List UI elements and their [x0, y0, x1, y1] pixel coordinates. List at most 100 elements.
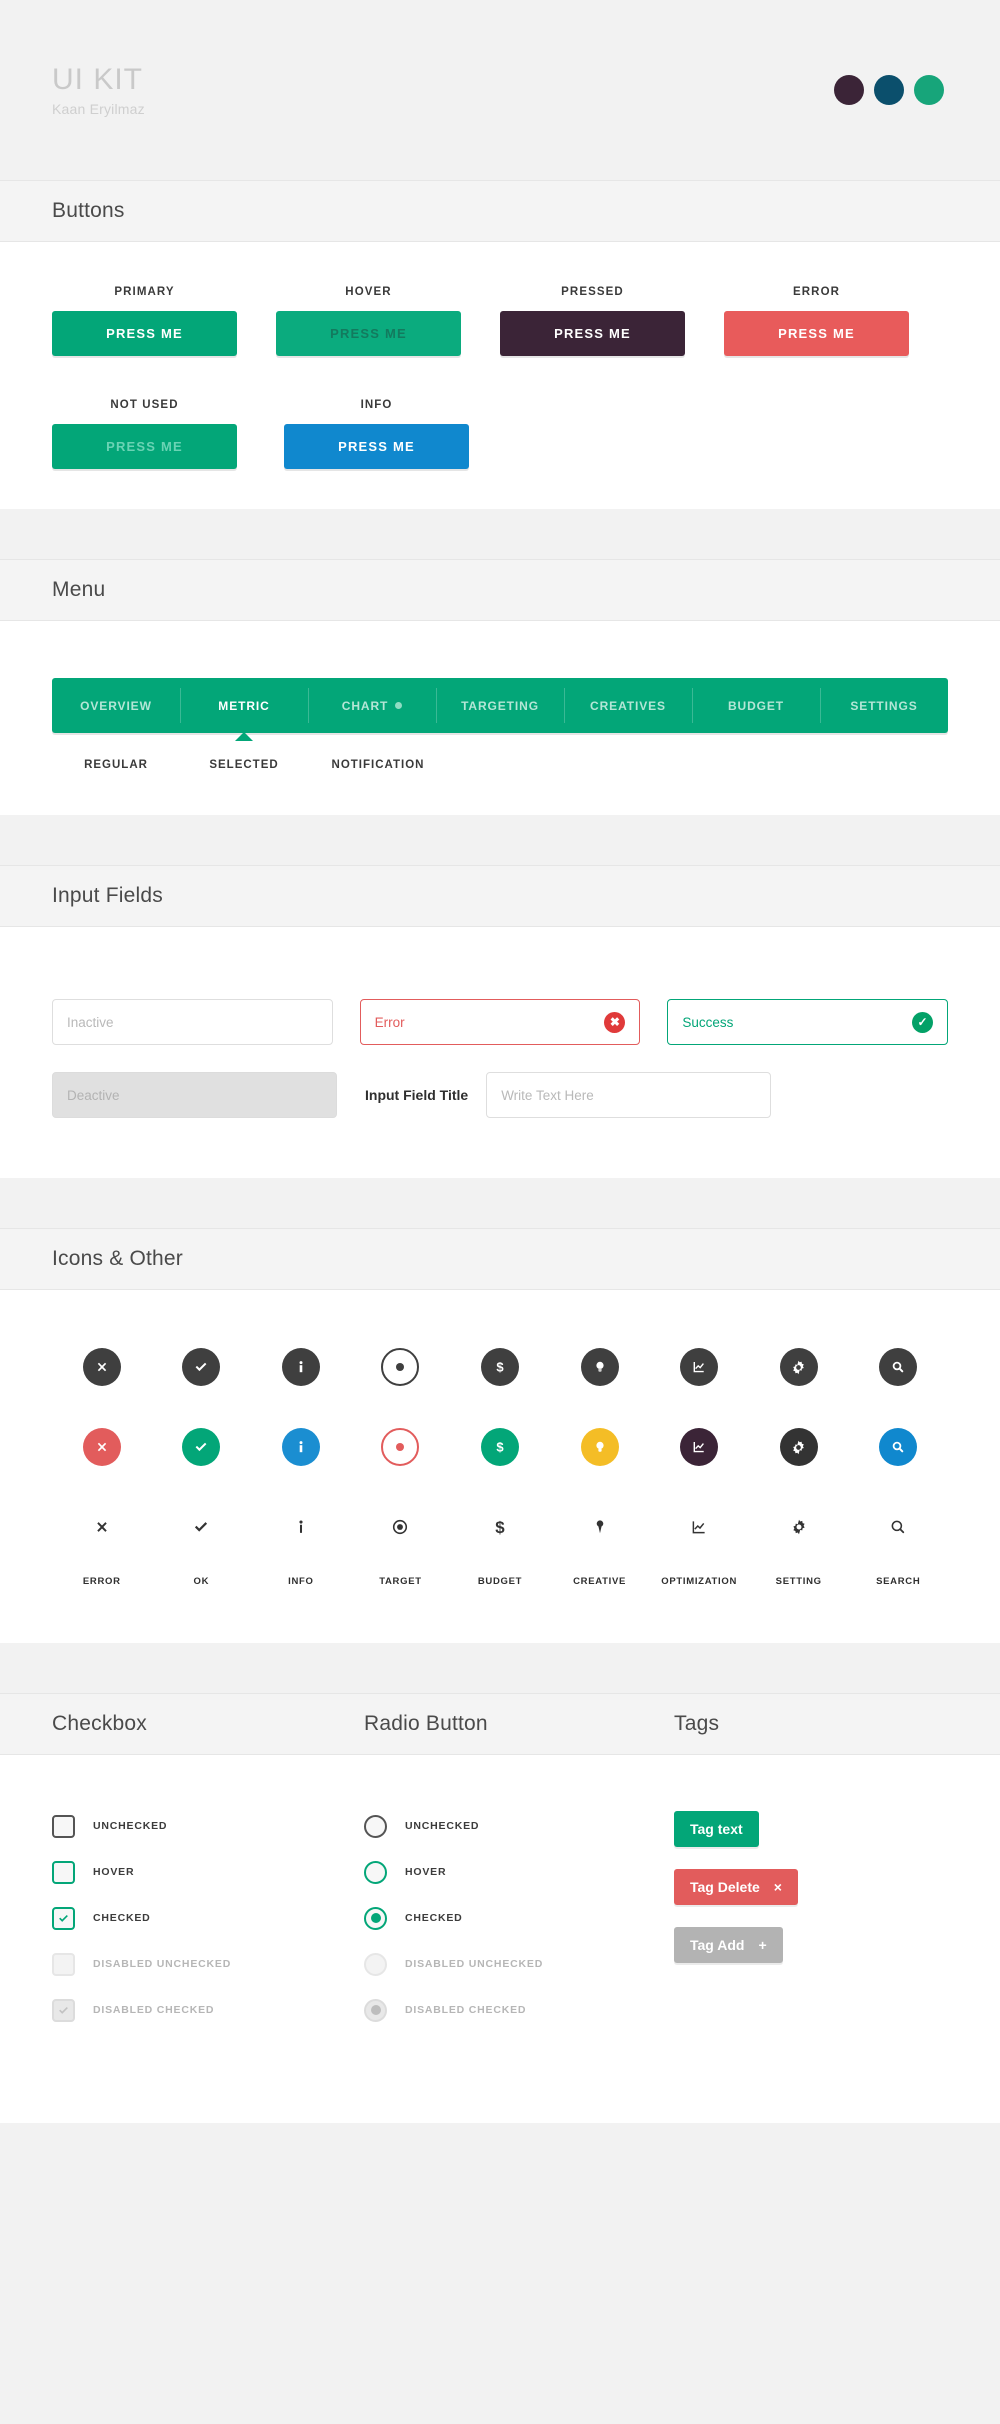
checkbox-section-title: Checkbox — [52, 1712, 364, 1736]
search-icon[interactable] — [879, 1348, 917, 1386]
section-gap-2 — [0, 815, 1000, 865]
swatch-dark-plum — [834, 75, 864, 105]
search-icon[interactable] — [879, 1508, 917, 1546]
menu-item-overview[interactable]: OVERVIEW — [52, 678, 180, 733]
button-group-primary: PRIMARY PRESS ME — [52, 286, 276, 356]
icon-label-error: ERROR — [52, 1576, 152, 1587]
icons-section-title: Icons & Other — [52, 1247, 183, 1271]
target-icon[interactable] — [381, 1428, 419, 1466]
radio-section-title: Radio Button — [364, 1712, 674, 1736]
menu-legend-selected: SELECTED — [180, 759, 308, 771]
check-icon — [57, 1912, 70, 1925]
not-used-button[interactable]: PRESS ME — [52, 424, 237, 469]
titled-input[interactable]: Write Text Here — [486, 1072, 771, 1118]
plus-icon[interactable]: + — [758, 1938, 766, 1952]
input-row-1: Inactive Error ✖ Success ✓ — [52, 999, 948, 1045]
tag-delete[interactable]: Tag Delete × — [674, 1869, 798, 1905]
target-icon[interactable] — [381, 1348, 419, 1386]
success-input[interactable]: Success ✓ — [667, 999, 948, 1045]
checkbox-checked[interactable] — [52, 1907, 75, 1930]
checkbox-row-disabled-checked: DISABLED CHECKED — [52, 1995, 364, 2025]
icons-row-colored: $ — [52, 1428, 948, 1466]
info-button[interactable]: PRESS ME — [284, 424, 469, 469]
menu-item-targeting[interactable]: TARGETING — [436, 678, 564, 733]
checkbox-row-unchecked: UNCHECKED — [52, 1811, 364, 1841]
tag-text[interactable]: Tag text — [674, 1811, 759, 1847]
optimization-icon[interactable] — [680, 1508, 718, 1546]
radio-unchecked[interactable] — [364, 1815, 387, 1838]
menu-item-chart[interactable]: CHART — [308, 678, 436, 733]
checkbox-disabled-checked — [52, 1999, 75, 2022]
menu-item-budget[interactable]: BUDGET — [692, 678, 820, 733]
check-circle-icon: ✓ — [912, 1012, 933, 1033]
input-row-2: Deactive Input Field Title Write Text He… — [52, 1072, 948, 1118]
icon-label-setting: SETTING — [749, 1576, 849, 1587]
icon-cell-error-colored — [52, 1428, 152, 1466]
author-name: Kaan Eryilmaz — [52, 101, 145, 117]
menu-item-settings[interactable]: SETTINGS — [820, 678, 948, 733]
checkbox-hover[interactable] — [52, 1861, 75, 1884]
error-input[interactable]: Error ✖ — [360, 999, 641, 1045]
radio-checked[interactable] — [364, 1907, 387, 1930]
primary-button[interactable]: PRESS ME — [52, 311, 237, 356]
checkbox-unchecked[interactable] — [52, 1815, 75, 1838]
icon-cell-creative-flat — [550, 1508, 650, 1546]
section-gap-1 — [0, 509, 1000, 559]
checkbox-label-disabled-checked: DISABLED CHECKED — [93, 2004, 214, 2016]
ok-icon[interactable] — [182, 1428, 220, 1466]
button-group-hover: HOVER PRESS ME — [276, 286, 500, 356]
setting-icon[interactable] — [780, 1348, 818, 1386]
budget-icon[interactable]: $ — [481, 1428, 519, 1466]
optimization-icon[interactable] — [680, 1428, 718, 1466]
error-icon[interactable] — [83, 1348, 121, 1386]
info-icon[interactable] — [282, 1348, 320, 1386]
target-icon[interactable] — [381, 1508, 419, 1546]
menu-item-creatives[interactable]: CREATIVES — [564, 678, 692, 733]
info-icon[interactable] — [282, 1508, 320, 1546]
checkbox-disabled-unchecked — [52, 1953, 75, 1976]
tag-add[interactable]: Tag Add + — [674, 1927, 783, 1963]
icon-label-budget: BUDGET — [450, 1576, 550, 1587]
icon-cell-ok-colored — [152, 1428, 252, 1466]
deactive-input-placeholder: Deactive — [67, 1088, 322, 1103]
setting-icon[interactable] — [780, 1428, 818, 1466]
search-icon[interactable] — [879, 1428, 917, 1466]
creative-icon[interactable] — [581, 1348, 619, 1386]
hover-button[interactable]: PRESS ME — [276, 311, 461, 356]
menu-legend: REGULAR SELECTED NOTIFICATION — [52, 759, 948, 771]
titled-input-placeholder: Write Text Here — [501, 1088, 756, 1103]
creative-icon[interactable] — [581, 1428, 619, 1466]
buttons-section: Buttons PRIMARY PRESS ME HOVER PRESS ME … — [0, 180, 1000, 509]
input-fields-section-body: Inactive Error ✖ Success ✓ Deactive Inpu… — [0, 927, 1000, 1178]
radio-dot-icon — [371, 2005, 381, 2015]
error-icon[interactable] — [83, 1508, 121, 1546]
icon-cell-optimization-flat — [649, 1508, 749, 1546]
ok-icon[interactable] — [182, 1348, 220, 1386]
brand: UI KIT Kaan Eryilmaz — [52, 63, 145, 118]
error-button[interactable]: PRESS ME — [724, 311, 909, 356]
input-fields-section: Input Fields Inactive Error ✖ Success ✓ … — [0, 865, 1000, 1178]
checkbox-label-disabled-unchecked: DISABLED UNCHECKED — [93, 1958, 231, 1970]
input-field-title-label: Input Field Title — [365, 1087, 468, 1103]
creative-icon[interactable] — [581, 1508, 619, 1546]
error-icon[interactable] — [83, 1428, 121, 1466]
icon-cell-info — [251, 1348, 351, 1386]
menu-item-label: OVERVIEW — [80, 699, 152, 713]
budget-icon[interactable]: $ — [481, 1348, 519, 1386]
menu-section-header: Menu — [0, 559, 1000, 621]
close-icon[interactable]: × — [774, 1880, 782, 1894]
inactive-input[interactable]: Inactive — [52, 999, 333, 1045]
page-title: UI KIT — [52, 63, 145, 98]
icons-row-flat: $ — [52, 1508, 948, 1546]
ok-icon[interactable] — [182, 1508, 220, 1546]
checkbox-row-hover: HOVER — [52, 1857, 364, 1887]
menu-item-metric[interactable]: METRIC — [180, 678, 308, 733]
icon-label-optimization: OPTIMIZATION — [649, 1576, 749, 1587]
radio-hover[interactable] — [364, 1861, 387, 1884]
budget-icon[interactable]: $ — [481, 1508, 519, 1546]
pressed-button[interactable]: PRESS ME — [500, 311, 685, 356]
optimization-icon[interactable] — [680, 1348, 718, 1386]
info-icon[interactable] — [282, 1428, 320, 1466]
icon-label-ok: OK — [152, 1576, 252, 1587]
setting-icon[interactable] — [780, 1508, 818, 1546]
